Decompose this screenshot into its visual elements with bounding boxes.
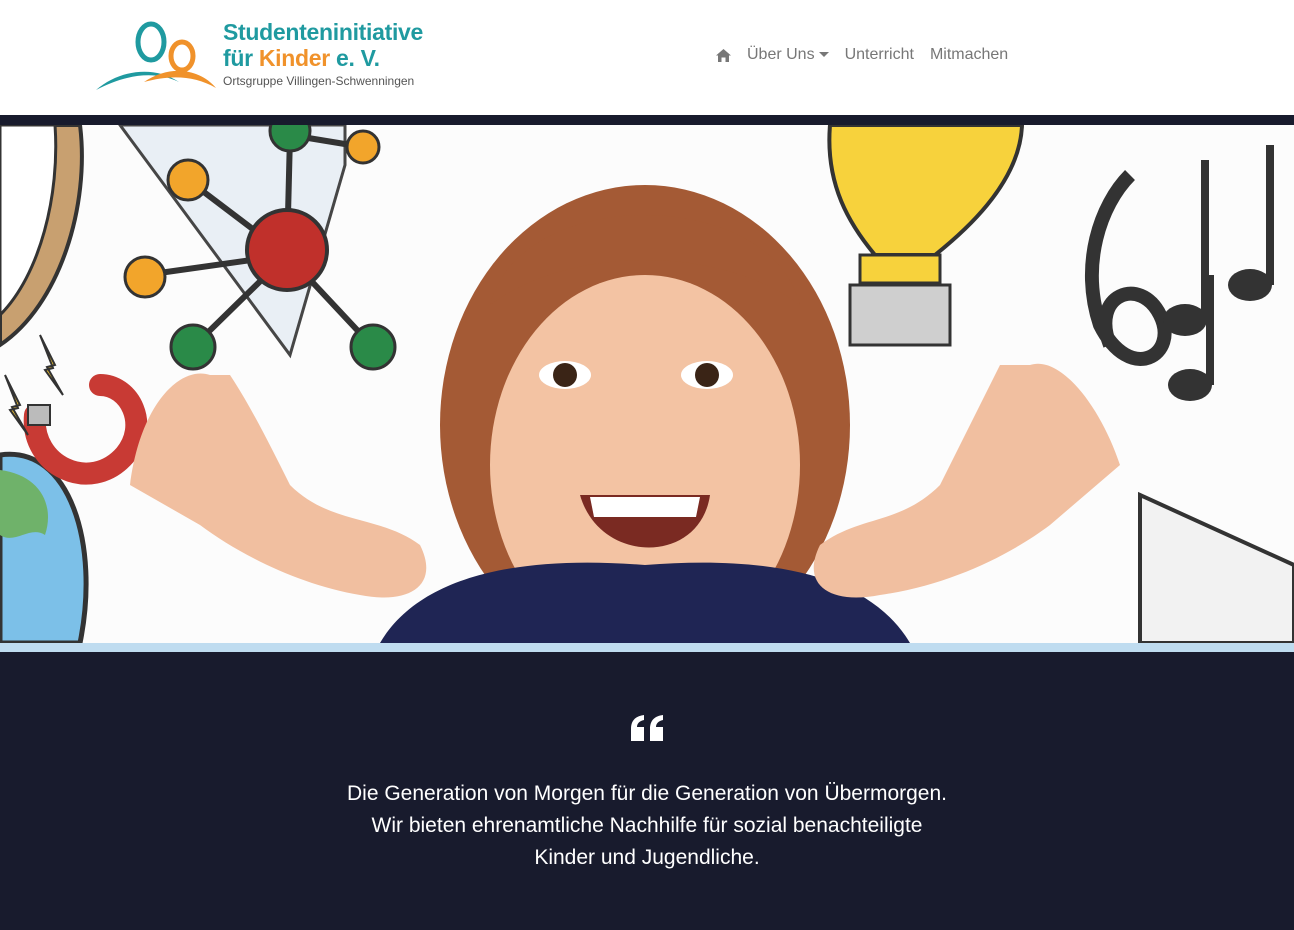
main-nav: Über Uns Unterricht Mitmachen	[716, 46, 1024, 64]
chevron-down-icon	[818, 52, 829, 58]
logo-subtitle: für Kinder e. V.	[223, 45, 380, 71]
nav-item-ueber-uns[interactable]: Über Uns	[747, 46, 829, 64]
site-header: Studenteninitiative für Kinder e. V. Ort…	[0, 0, 1294, 115]
nav-item-mitmachen[interactable]: Mitmachen	[930, 46, 1008, 64]
hero-top-border	[0, 115, 1294, 125]
quote-section: Die Generation von Morgen für die Genera…	[0, 652, 1294, 930]
logo-title: Studenteninitiative	[223, 19, 424, 45]
quote-icon	[631, 715, 663, 741]
logo-mark-icon	[96, 21, 216, 90]
hero-illustration	[0, 125, 1294, 643]
nav-item-unterricht[interactable]: Unterricht	[845, 46, 914, 64]
home-icon	[716, 48, 731, 62]
nav-home[interactable]	[716, 48, 731, 62]
hero-bottom-border	[0, 643, 1294, 652]
quote-text: Die Generation von Morgen für die Genera…	[347, 782, 947, 869]
site-logo[interactable]: Studenteninitiative für Kinder e. V. Ort…	[94, 18, 439, 98]
logo-tagline: Ortsgruppe Villingen-Schwenningen	[223, 74, 415, 88]
hero-image	[0, 125, 1294, 643]
